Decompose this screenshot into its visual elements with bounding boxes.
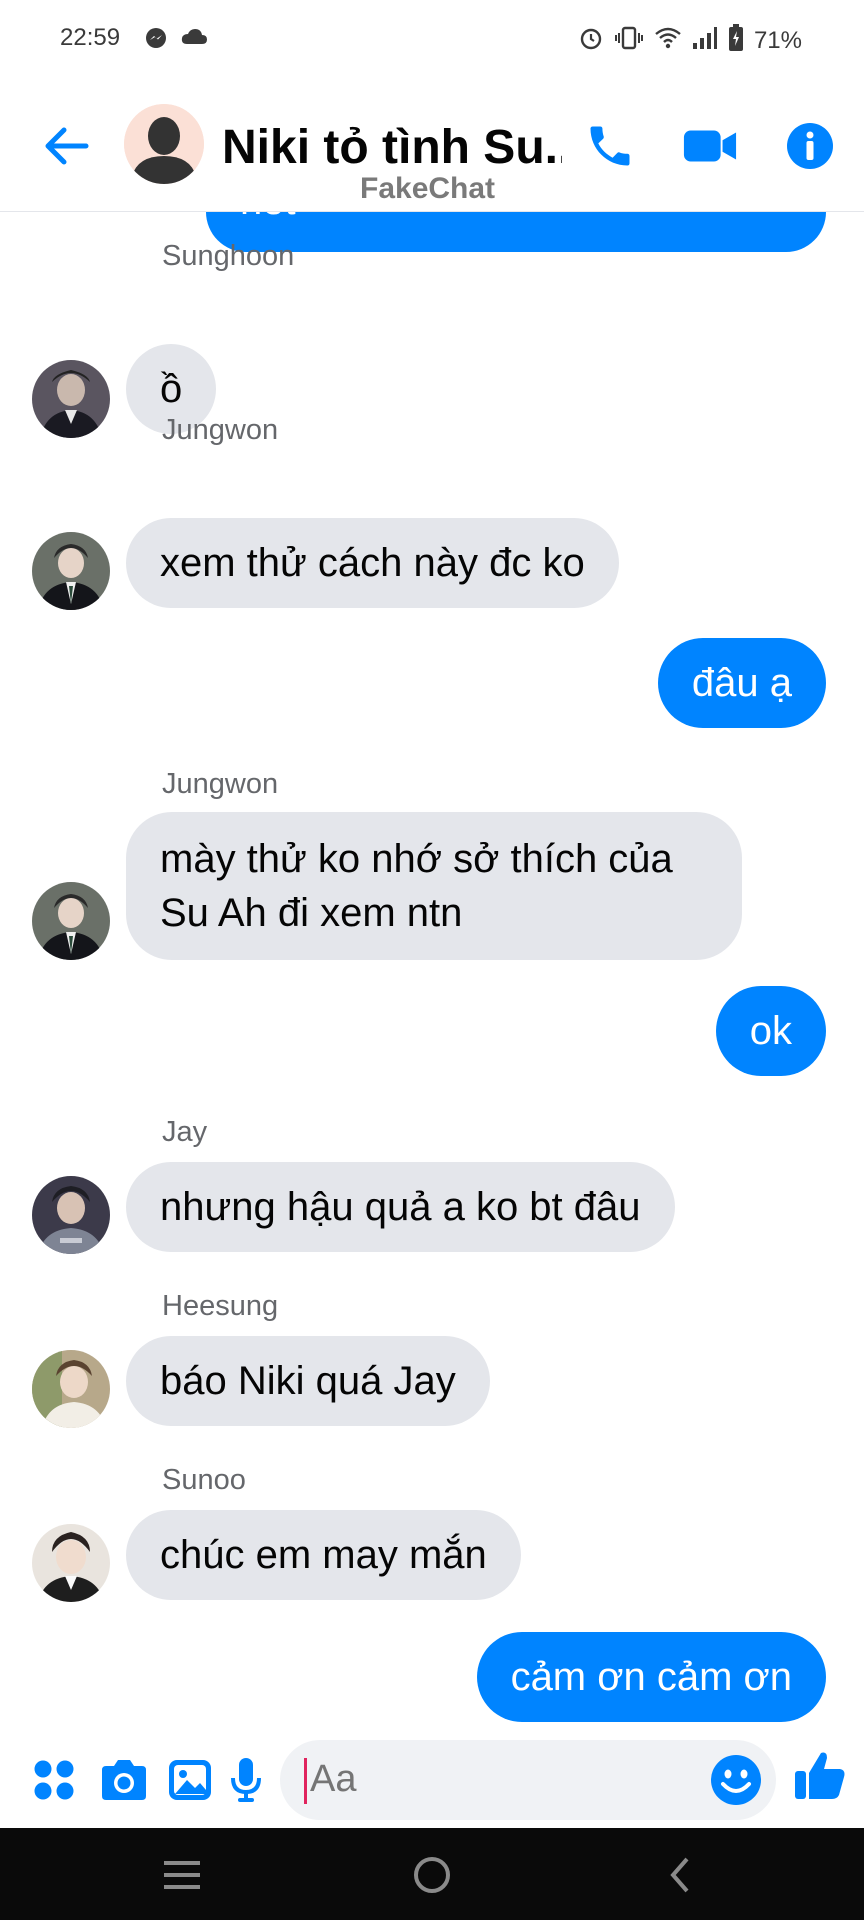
message-text: mày thử ko nhớ sở thích của Su Ah đi xem…: [160, 837, 673, 935]
sender-name: Sunghoon: [162, 240, 295, 272]
avatar[interactable]: [32, 1350, 110, 1428]
fakechat-watermark: FakeChat: [360, 172, 496, 205]
message-text: đâu ạ: [691, 661, 792, 705]
message-bubble-outgoing[interactable]: ok: [715, 986, 826, 1076]
avatar[interactable]: [32, 532, 110, 610]
image-icon: [169, 1760, 211, 1800]
avatar[interactable]: [32, 1176, 110, 1254]
message-text: cảm ơn cảm ơn: [510, 1655, 792, 1699]
message-list[interactable]: hết Sunghoon ồ Jungwon xem thử cách này …: [0, 212, 864, 1732]
message-bubble-incoming[interactable]: báo Niki quá Jay: [126, 1336, 490, 1426]
avatar[interactable]: [32, 882, 110, 960]
message-text: chúc em may mắn: [160, 1533, 487, 1577]
cloud-icon: [180, 26, 208, 55]
wifi-icon: [654, 26, 682, 55]
conversation-info-button[interactable]: [782, 118, 838, 174]
avatar[interactable]: [32, 1524, 110, 1602]
chevron-left-icon: [670, 1857, 689, 1893]
menu-lines-icon: [164, 1861, 200, 1889]
voice-call-button[interactable]: [582, 118, 638, 174]
thumbs-up-icon: [795, 1752, 845, 1799]
alarm-icon: [578, 25, 604, 56]
person-silhouette-icon: [124, 104, 204, 184]
camera-button[interactable]: [98, 1754, 150, 1806]
emoji-button[interactable]: [710, 1754, 762, 1806]
message-text: xem thử cách này đc ko: [160, 541, 585, 585]
gallery-button[interactable]: [164, 1754, 216, 1806]
chat-title[interactable]: Niki tỏ tình Su...: [222, 120, 562, 175]
voice-message-button[interactable]: [220, 1754, 272, 1806]
recent-apps-button[interactable]: [152, 1850, 212, 1900]
messenger-icon: [144, 26, 168, 55]
home-button[interactable]: [402, 1850, 462, 1900]
avatar[interactable]: [32, 360, 110, 438]
message-text: báo Niki quá Jay: [160, 1359, 456, 1403]
info-icon: [787, 123, 833, 169]
group-avatar[interactable]: [124, 104, 204, 184]
battery-icon: [728, 24, 744, 57]
message-bubble-incoming[interactable]: chúc em may mắn: [126, 1510, 521, 1600]
message-bubble-incoming[interactable]: mày thử ko nhớ sở thích của Su Ah đi xem…: [126, 812, 742, 960]
status-bar: 22:59 71%: [0, 0, 864, 80]
sender-name: Jay: [162, 1116, 208, 1148]
vibrate-icon: [614, 25, 644, 56]
system-navigation-bar: [0, 1828, 864, 1920]
text-caret: [304, 1758, 307, 1804]
arrow-left-icon: [45, 127, 89, 165]
phone-icon: [590, 126, 630, 166]
sender-name: Jungwon: [162, 768, 279, 800]
sender-name: Heesung: [162, 1290, 279, 1322]
video-camera-icon: [683, 130, 737, 162]
camera-icon: [102, 1760, 146, 1800]
message-text: ồ: [160, 367, 183, 411]
more-actions-button[interactable]: [28, 1754, 80, 1806]
sender-name: Jungwon: [162, 414, 279, 446]
sender-name: Sunoo: [162, 1464, 246, 1496]
home-circle-icon: [414, 1857, 450, 1893]
message-bubble-outgoing[interactable]: cảm ơn cảm ơn: [476, 1632, 826, 1722]
composer-bar: [0, 1732, 864, 1828]
smiley-icon: [711, 1755, 761, 1805]
message-text: ok: [749, 1009, 792, 1053]
chat-header: Niki tỏ tình Su... FakeChat: [0, 80, 864, 212]
message-text: nhưng hậu quả a ko bt đâu: [160, 1185, 641, 1229]
message-bubble-outgoing[interactable]: đâu ạ: [657, 638, 826, 728]
battery-percent: 71%: [753, 26, 802, 54]
message-text: hết: [240, 212, 296, 223]
message-bubble-incoming[interactable]: nhưng hậu quả a ko bt đâu: [126, 1162, 675, 1252]
signal-icon: [692, 26, 718, 55]
video-call-button[interactable]: [682, 118, 738, 174]
back-button[interactable]: [40, 120, 92, 172]
four-dots-icon: [34, 1760, 74, 1800]
system-back-button[interactable]: [650, 1850, 710, 1900]
message-bubble-incoming[interactable]: xem thử cách này đc ko: [126, 518, 619, 608]
like-button[interactable]: [790, 1750, 850, 1802]
microphone-icon: [231, 1758, 261, 1802]
status-time: 22:59: [60, 24, 121, 51]
message-input-container: [280, 1740, 776, 1820]
message-input[interactable]: [310, 1758, 670, 1801]
message-bubble-outgoing[interactable]: hết: [206, 212, 826, 252]
